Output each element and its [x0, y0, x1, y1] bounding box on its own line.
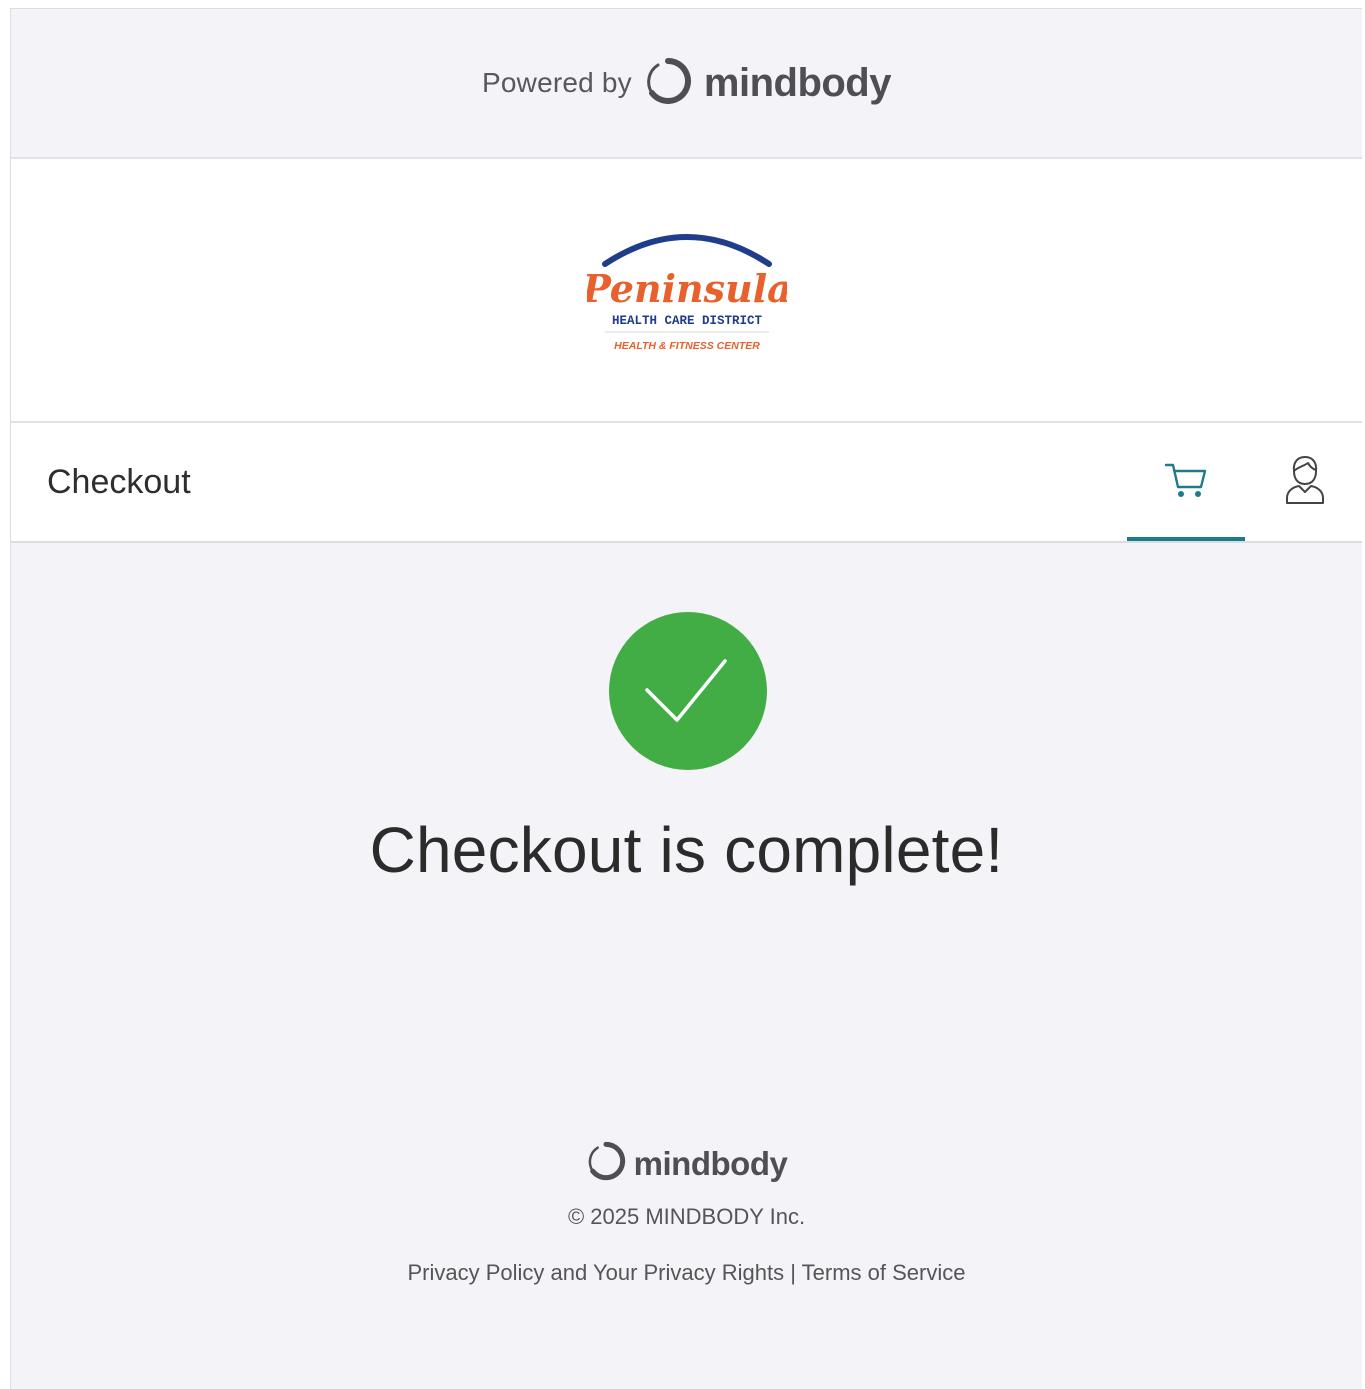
- powered-by-link[interactable]: Powered by mindbody: [482, 57, 891, 110]
- powered-by-bar: Powered by mindbody: [11, 9, 1362, 159]
- checkout-nav-bar: Checkout: [11, 423, 1362, 543]
- logo-arc: [601, 234, 772, 267]
- footer: mindbody © 2025 MINDBODY Inc. Privacy Po…: [11, 1141, 1362, 1286]
- success-badge: [609, 612, 767, 770]
- footer-links: Privacy Policy and Your Privacy Rights |…: [11, 1260, 1362, 1286]
- business-logo-band: Peninsula HEALTH CARE DISTRICT HEALTH & …: [11, 159, 1362, 423]
- powered-by-label: Powered by: [482, 67, 632, 98]
- mindbody-wordmark: mindbody: [703, 60, 892, 105]
- page-title: Checkout: [47, 463, 191, 501]
- privacy-policy-link[interactable]: Privacy Policy and Your Privacy Rights: [407, 1260, 784, 1285]
- tab-cart[interactable]: [1127, 423, 1245, 541]
- copyright-text: © 2025 MINDBODY Inc.: [567, 1204, 806, 1229]
- footer-mindbody-wordmark: mindbody: [633, 1144, 788, 1182]
- footer-brand[interactable]: mindbody: [11, 1141, 1362, 1186]
- shopping-cart-icon: [1163, 460, 1209, 505]
- logo-line3: HEALTH & FITNESS CENTER: [614, 340, 760, 352]
- link-separator: |: [790, 1260, 796, 1285]
- user-profile-icon: [1284, 454, 1326, 511]
- active-tab-indicator: [1127, 537, 1245, 541]
- checkout-complete-message: Checkout is complete!: [369, 814, 1004, 886]
- confirmation-content: Checkout is complete! mindbody © 2025 MI…: [11, 543, 1362, 1389]
- page-frame: Powered by mindbody Peninsula HEALTH CAR…: [10, 8, 1362, 1389]
- peninsula-health-care-district-logo: Peninsula HEALTH CARE DISTRICT HEALTH & …: [586, 212, 787, 368]
- tab-profile[interactable]: [1269, 423, 1341, 541]
- logo-name: Peninsula: [587, 266, 787, 311]
- checkmark-icon: [645, 659, 727, 722]
- logo-line2: HEALTH CARE DISTRICT: [611, 314, 762, 328]
- mindbody-logo-icon: [586, 1141, 626, 1186]
- terms-of-service-link[interactable]: Terms of Service: [802, 1260, 966, 1285]
- mindbody-logo-icon: [644, 57, 692, 110]
